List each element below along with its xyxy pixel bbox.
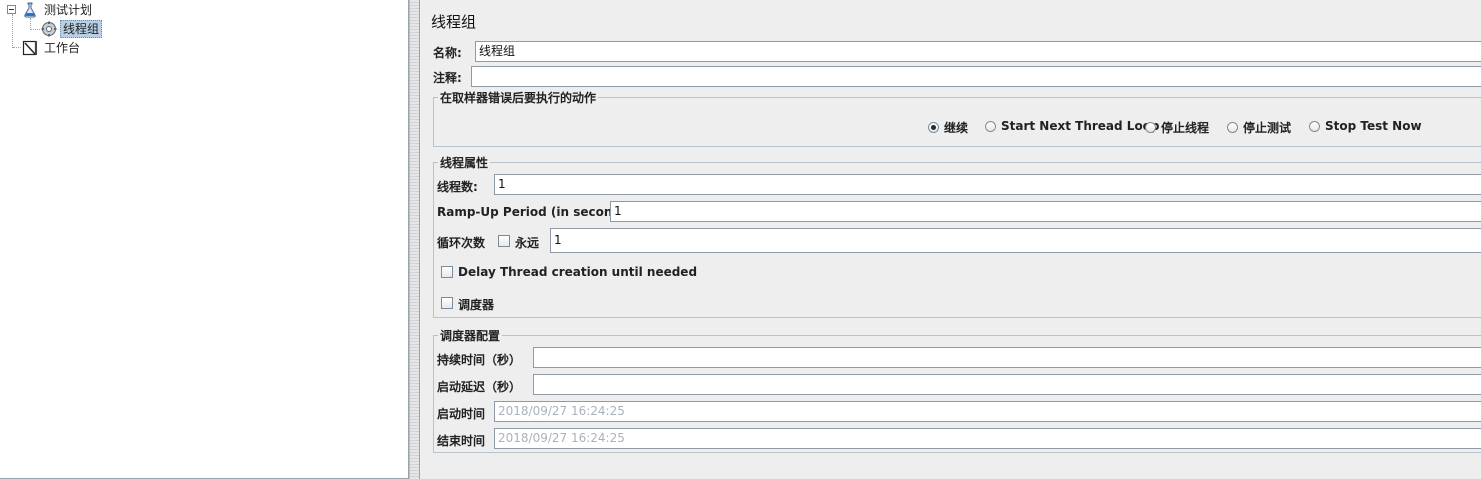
workbench-icon <box>22 40 38 56</box>
group-title: 调度器配置 <box>438 327 503 344</box>
tree-item-test-plan[interactable]: 测试计划 <box>22 1 94 19</box>
tree-connector-line <box>12 14 13 48</box>
loop-count-label: 循环次数 <box>437 236 486 250</box>
panel-splitter[interactable] <box>409 0 420 479</box>
forever-checkbox[interactable] <box>498 235 510 247</box>
thread-group-panel: 线程组 名称: 线程组 注释: 在取样器错误后要执行的动作 继续 Start N… <box>420 0 1481 479</box>
duration-field[interactable] <box>533 347 1481 368</box>
comment-label: 注释: <box>433 71 462 85</box>
radio-label: 继续 <box>944 121 969 135</box>
group-title: 在取样器错误后要执行的动作 <box>438 89 599 106</box>
thread-count-field[interactable]: 1 <box>494 174 1481 195</box>
tree-item-thread-group[interactable]: 线程组 <box>41 20 103 38</box>
test-plan-tree[interactable]: 测试计划 线程组 工作台 <box>0 0 409 479</box>
ramp-up-field[interactable]: 1 <box>610 201 1481 222</box>
radio-continue[interactable]: 继续 <box>928 119 968 136</box>
tree-item-label: 工作台 <box>44 41 81 55</box>
tree-item-label: 测试计划 <box>44 3 93 17</box>
test-plan-flask-icon <box>22 2 38 18</box>
radio-unselected-icon <box>1227 122 1238 133</box>
scheduler-checkbox[interactable] <box>441 297 453 309</box>
radio-start-next-thread-loop[interactable]: Start Next Thread Loop <box>985 119 1160 133</box>
name-field[interactable]: 线程组 <box>475 41 1481 62</box>
radio-label: Stop Test Now <box>1325 119 1422 133</box>
ramp-up-label: Ramp-Up Period (in seconds): <box>437 205 639 219</box>
start-time-label: 启动时间 <box>437 407 486 421</box>
radio-label: Start Next Thread Loop <box>1001 119 1160 133</box>
tree-collapse-toggle[interactable] <box>7 5 16 14</box>
delay-thread-creation-label: Delay Thread creation until needed <box>458 265 698 279</box>
page-title: 线程组 <box>431 13 477 31</box>
scheduler-label: 调度器 <box>458 298 495 312</box>
radio-stop-test-now[interactable]: Stop Test Now <box>1309 119 1422 133</box>
startup-delay-field[interactable] <box>533 374 1481 395</box>
thread-group-gear-icon <box>41 21 57 37</box>
comment-field[interactable] <box>471 66 1481 87</box>
radio-label: 停止线程 <box>1161 121 1210 135</box>
start-time-field[interactable]: 2018/09/27 16:24:25 <box>494 401 1481 422</box>
tree-connector-line <box>30 29 40 30</box>
tree-item-label: 线程组 <box>60 20 103 38</box>
radio-label: 停止测试 <box>1243 121 1292 135</box>
duration-label: 持续时间（秒） <box>437 353 522 367</box>
radio-unselected-icon <box>1309 120 1320 132</box>
thread-count-label: 线程数: <box>437 180 478 194</box>
group-title: 线程属性 <box>438 154 491 171</box>
end-time-field[interactable]: 2018/09/27 16:24:25 <box>494 428 1481 449</box>
radio-unselected-icon <box>1145 122 1156 133</box>
radio-stop-thread[interactable]: 停止线程 <box>1145 119 1209 136</box>
name-label: 名称: <box>433 46 462 60</box>
startup-delay-label: 启动延迟（秒） <box>437 380 522 394</box>
loop-count-field[interactable]: 1 <box>550 228 1481 253</box>
delay-thread-creation-checkbox[interactable] <box>441 266 453 278</box>
tree-connector-line <box>13 47 21 48</box>
end-time-label: 结束时间 <box>437 434 486 448</box>
radio-unselected-icon <box>985 120 996 132</box>
forever-label: 永远 <box>515 236 540 250</box>
tree-item-workbench[interactable]: 工作台 <box>22 39 82 57</box>
radio-selected-icon <box>928 122 939 133</box>
radio-stop-test[interactable]: 停止测试 <box>1227 119 1291 136</box>
